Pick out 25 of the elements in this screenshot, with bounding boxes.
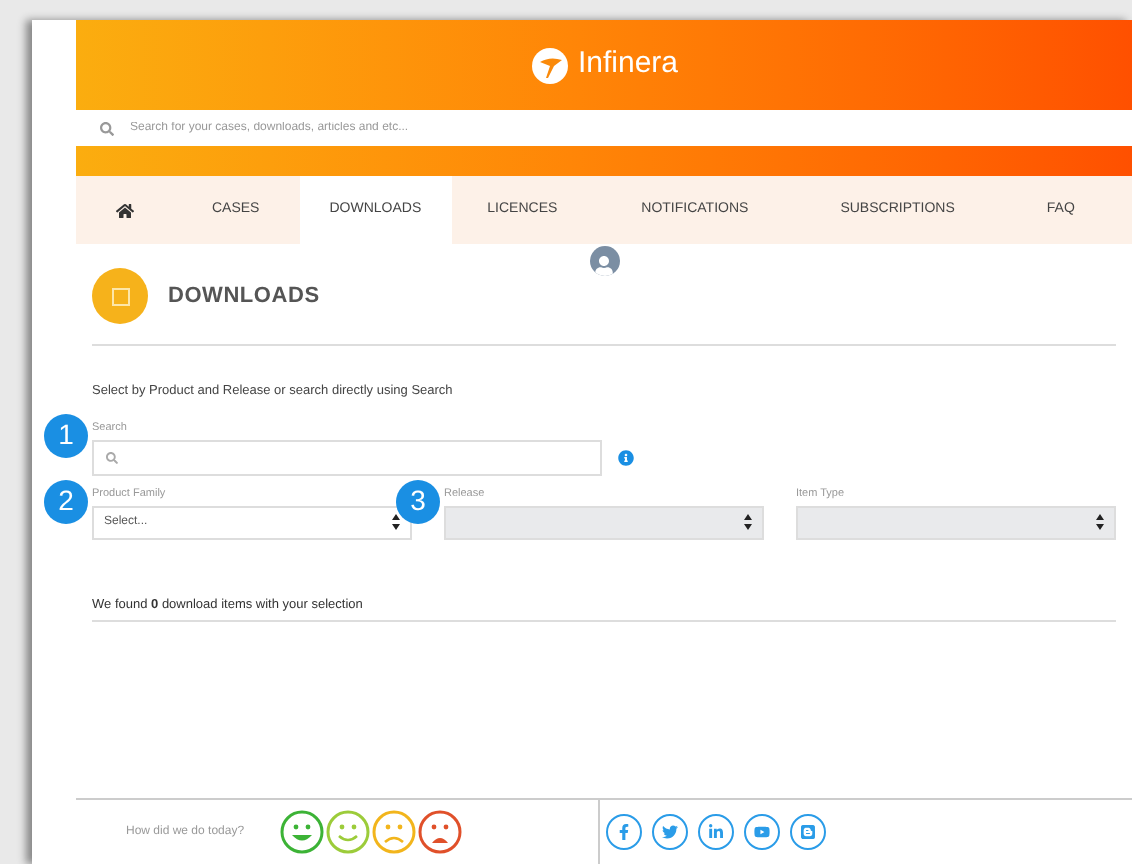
step-number-badge: 1 (44, 413, 88, 458)
spinner-arrows-icon (1096, 514, 1104, 531)
angry-face-icon[interactable] (418, 810, 463, 854)
search-icon (100, 121, 114, 135)
downloads-icon (92, 268, 148, 324)
spinner-arrows-icon (392, 514, 400, 531)
step-number-badge: 2 (44, 479, 88, 524)
smile-face-icon[interactable] (326, 810, 371, 854)
frown-face-icon[interactable] (372, 810, 417, 854)
step-number-badge: 3 (396, 479, 440, 524)
spinner-arrows-icon (744, 514, 752, 531)
facebook-icon[interactable] (606, 814, 642, 850)
blogger-icon[interactable] (790, 814, 826, 850)
linkedin-icon[interactable] (698, 814, 734, 850)
info-icon[interactable] (618, 449, 634, 466)
twitter-icon[interactable] (652, 814, 688, 850)
youtube-icon[interactable] (744, 814, 780, 850)
page-title: DOWNLOADS (168, 281, 320, 312)
search-icon (106, 451, 118, 464)
home-icon (115, 201, 133, 219)
logo-text: Infinera (577, 44, 679, 85)
search-field[interactable] (92, 439, 602, 476)
laugh-face-icon[interactable] (280, 810, 325, 854)
logo-icon (529, 45, 570, 85)
user-avatar[interactable] (589, 246, 619, 276)
